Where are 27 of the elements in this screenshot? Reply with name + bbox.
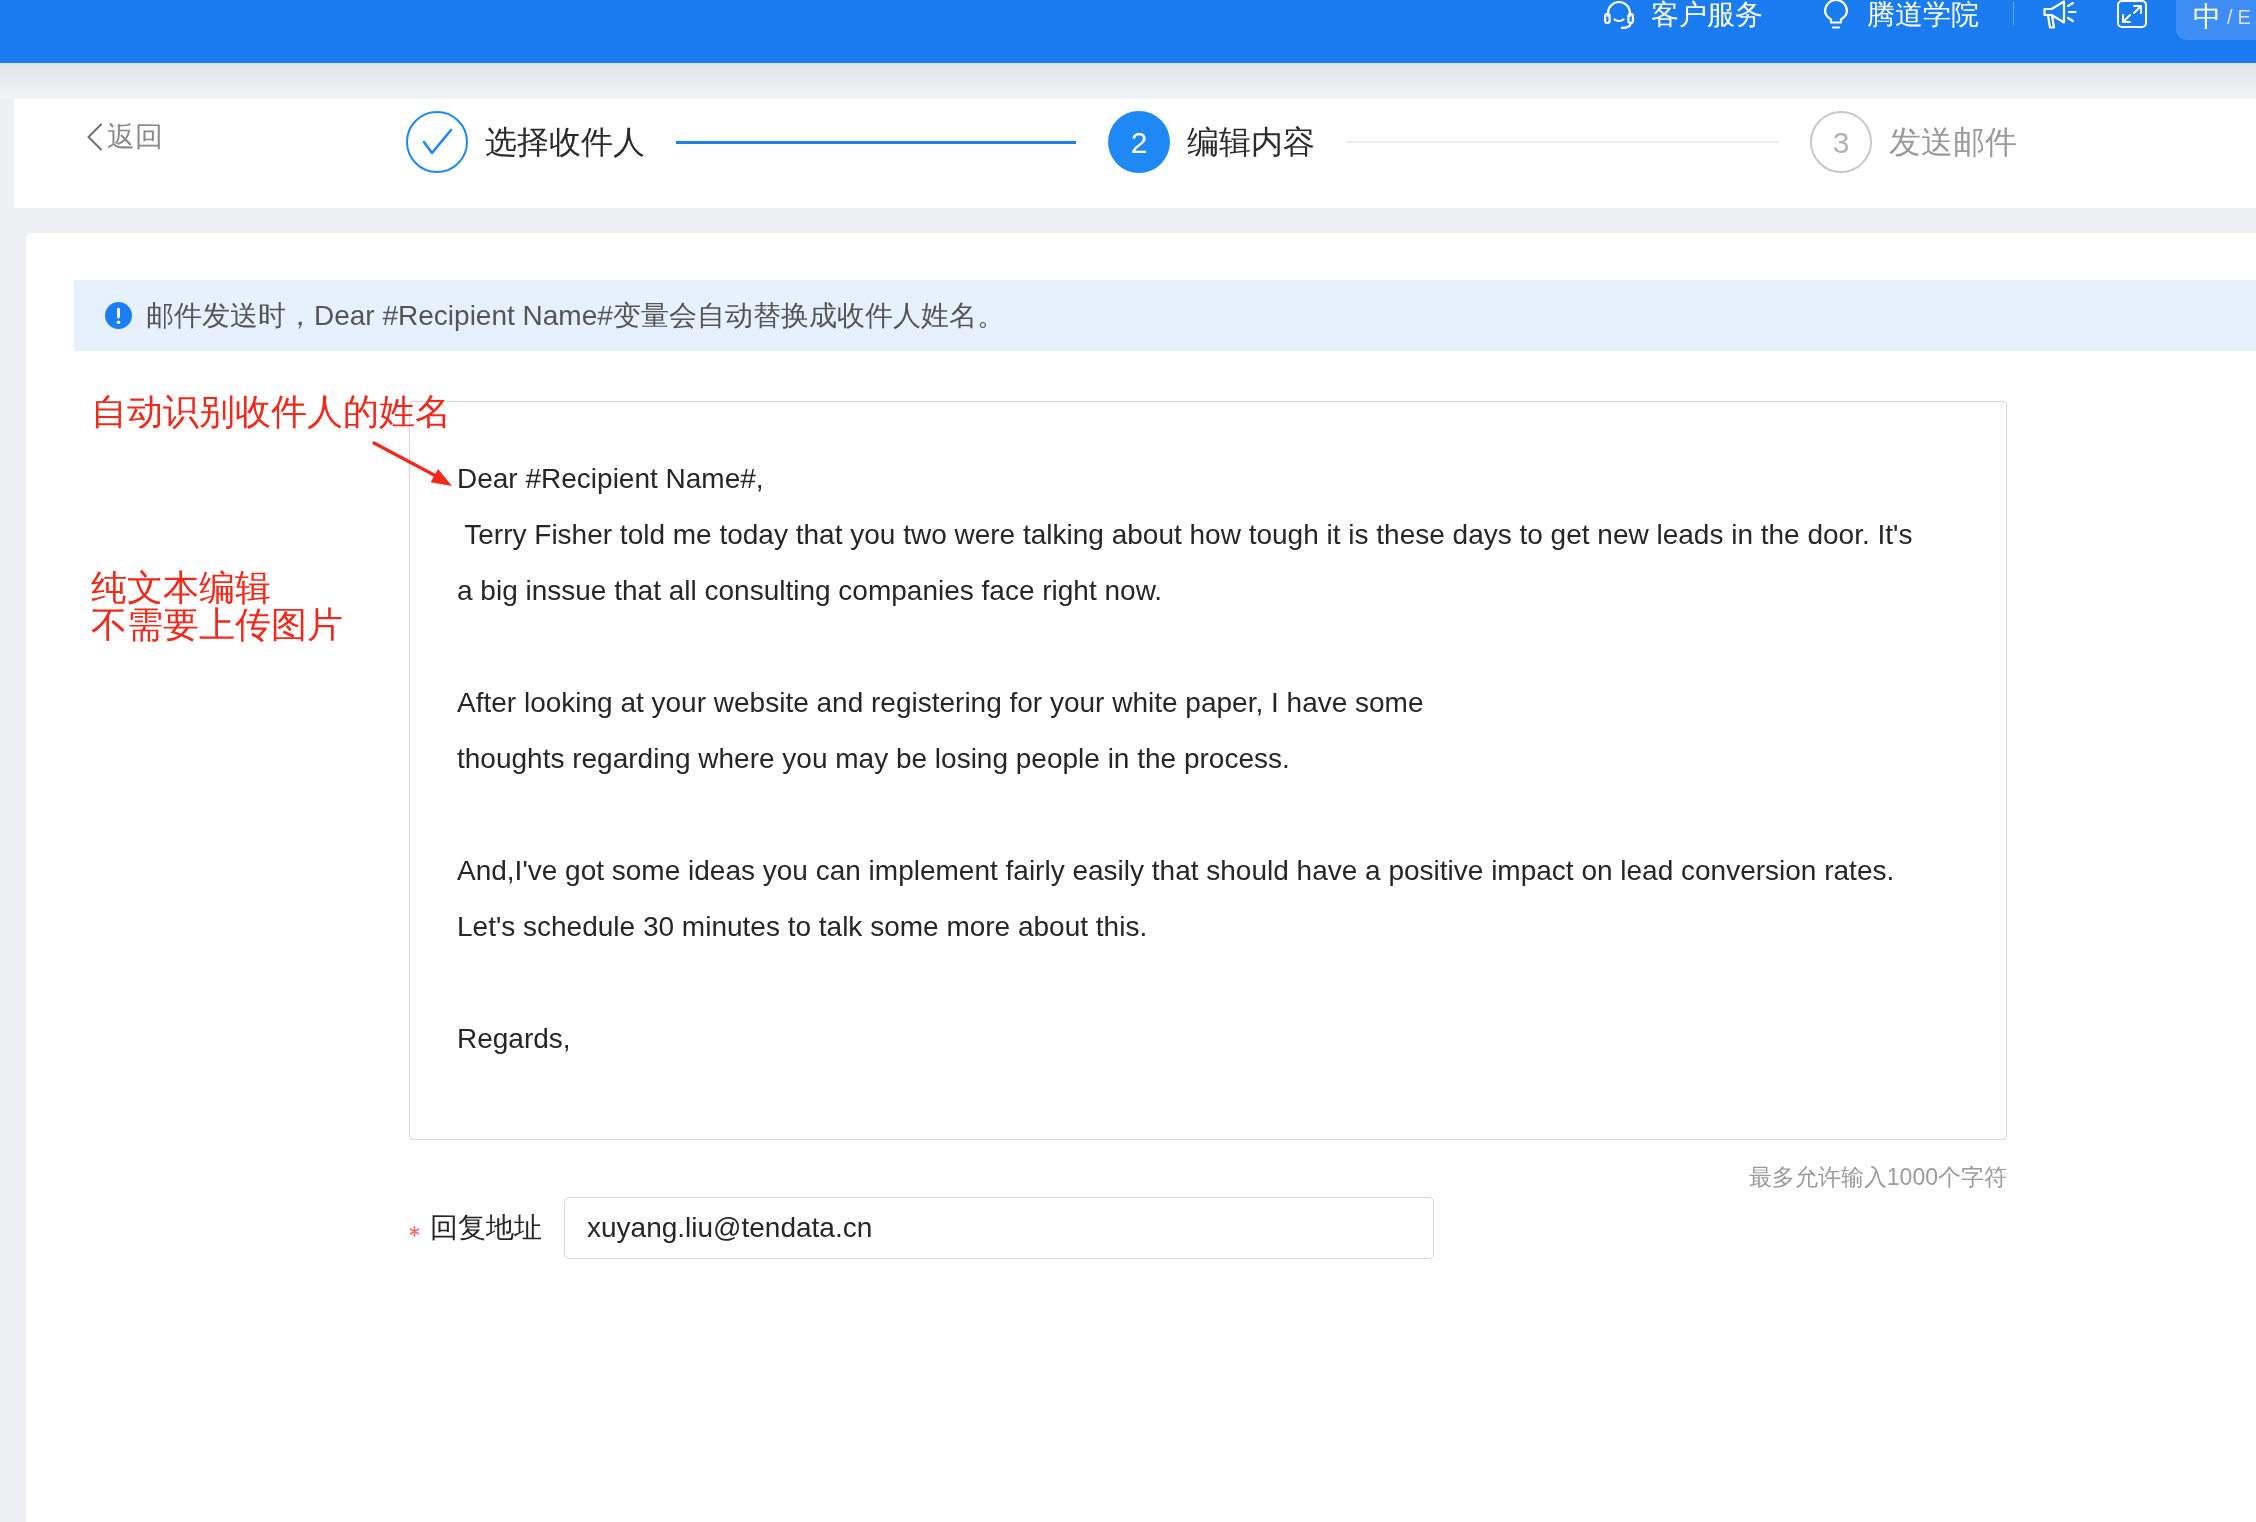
expand-icon[interactable] [2117, 0, 2147, 28]
reply-address-input[interactable]: xuyang.liu@tendata.cn [564, 1197, 1434, 1259]
language-option[interactable]: 中 [2193, 2, 2221, 32]
character-limit-hint: 最多允许输入1000个字符 [1748, 1164, 2007, 1190]
message-paragraph: After looking at your website and registering for your white paper, I have some thoughts regarding where you may be losing people in the process. [457, 686, 1424, 776]
step-indicator: 3 [1810, 111, 1872, 173]
annotation-text: 自动识别收件人的姓名 [91, 392, 451, 432]
step-label: 选择收件人 [485, 123, 645, 162]
exclamation-icon [105, 302, 132, 329]
lightbulb-icon [1824, 0, 1848, 29]
message-paragraph: Dear #Recipient Name#, Terry Fisher told me today that you two were talking about how tough it is these days to get new leads in the door. It's a big inssue that all consulting companies face right now. [457, 462, 1913, 608]
annotation-text: 纯文本编辑 不需要上传图片 [91, 569, 343, 643]
step-label: 编辑内容 [1187, 123, 1315, 162]
step-label: 发送邮件 [1889, 123, 2017, 162]
back-link[interactable]: 返回 [86, 120, 163, 154]
top-bar-link[interactable]: 客户服务 [1603, 0, 1763, 29]
message-paragraph: And,I've got some ideas you can implement fairly easily that should have a positive impact on lead conversion rates. Let's schedule 30 minutes to talk some more about this. [457, 854, 1895, 944]
notice-text: 邮件发送时，Dear #Recipient Name#变量会自动替换成收件人姓名。 [146, 298, 1005, 333]
headset-icon [1603, 0, 1635, 29]
top-bar-link[interactable]: 腾道学院 [1824, 0, 1979, 29]
chevron-left-icon [86, 123, 104, 151]
reply-address-label: 回复地址 [430, 1211, 542, 1245]
megaphone-icon[interactable] [2043, 0, 2077, 29]
language-separator: / [2227, 5, 2233, 30]
message-paragraph: Regards, [457, 1022, 571, 1056]
language-option[interactable]: E [2237, 2, 2251, 32]
step-indicator: 2 [1108, 111, 1170, 173]
